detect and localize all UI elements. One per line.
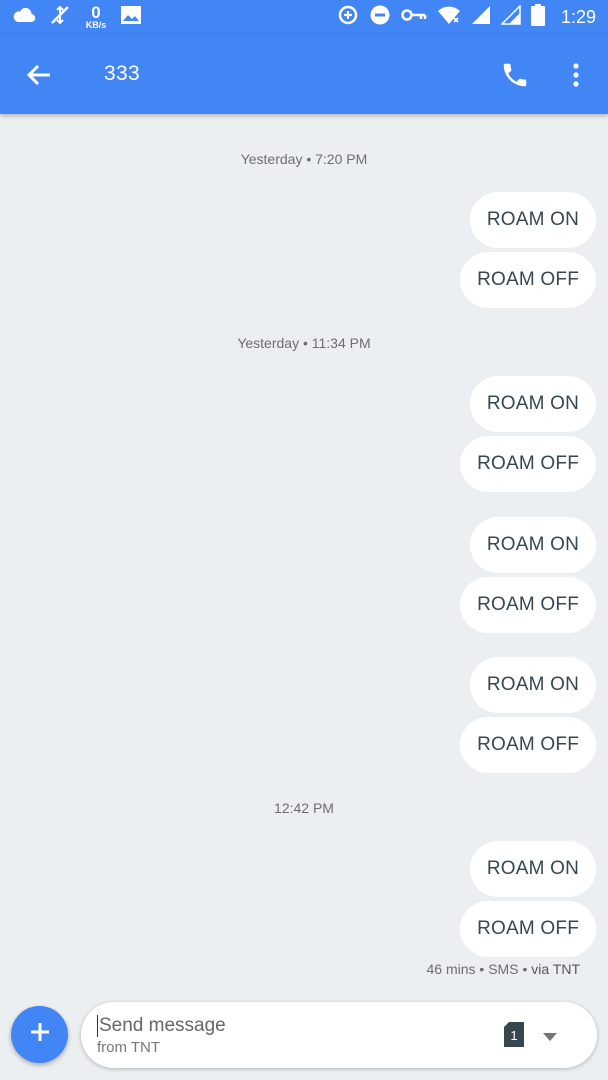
sim-selector[interactable]: 1 — [504, 1022, 524, 1047]
compose-carrier-hint: from TNT — [97, 1039, 161, 1056]
plus-icon — [29, 1021, 51, 1048]
message-list[interactable]: Yesterday • 7:20 PM ROAM ON ROAM OFF Yes… — [0, 114, 608, 994]
message-carrier: via TNT — [531, 961, 580, 977]
sim-card-icon: 1 — [504, 1022, 524, 1047]
timestamp-divider: Yesterday • 7:20 PM — [240, 151, 368, 167]
message-bubble[interactable]: ROAM OFF — [460, 577, 596, 633]
app-bar: 333 — [0, 34, 608, 114]
compose-bar[interactable]: Send message from TNT 1 — [81, 1002, 597, 1068]
conversation-title: 333 — [104, 62, 140, 85]
meta-separator: • — [518, 961, 532, 977]
data-rate-value: 0 — [91, 3, 101, 22]
signal-icon — [500, 3, 521, 30]
cloud-icon — [12, 6, 36, 29]
no-sync-icon — [48, 3, 72, 32]
message-bubble[interactable]: ROAM OFF — [460, 717, 596, 773]
caret-down-icon[interactable] — [542, 1029, 558, 1041]
signal-icon — [471, 5, 491, 30]
clock: 1:29 — [560, 6, 596, 27]
data-rate-unit: KB/s — [85, 20, 107, 30]
sim-slot-number: 1 — [510, 1028, 517, 1043]
message-bubble[interactable]: ROAM OFF — [460, 436, 596, 492]
more-vert-icon[interactable] — [564, 60, 588, 90]
message-age: 46 mins — [426, 961, 476, 977]
message-type: SMS — [488, 961, 519, 977]
battery-icon — [530, 3, 545, 31]
add-attachment-button[interactable] — [11, 1006, 68, 1063]
message-input[interactable]: Send message — [97, 1015, 226, 1037]
message-bubble[interactable]: ROAM ON — [469, 841, 596, 897]
do-not-disturb-icon — [369, 4, 391, 31]
image-icon — [120, 5, 142, 30]
message-status: 46 mins • SMS • via TNT — [427, 961, 581, 977]
wifi-icon — [437, 5, 461, 30]
message-bubble[interactable]: ROAM OFF — [460, 252, 596, 308]
arrow-back-icon[interactable] — [24, 60, 54, 90]
message-bubble[interactable]: ROAM OFF — [460, 901, 596, 957]
vpn-key-icon — [401, 7, 427, 28]
timestamp-divider: 12:42 PM — [274, 800, 334, 816]
timestamp-divider: Yesterday • 11:34 PM — [237, 335, 371, 351]
message-bubble[interactable]: ROAM ON — [469, 517, 596, 573]
message-bubble[interactable]: ROAM ON — [469, 376, 596, 432]
message-bubble[interactable]: ROAM ON — [469, 192, 596, 248]
message-bubble[interactable]: ROAM ON — [469, 657, 596, 713]
meta-separator: • — [475, 961, 489, 977]
data-rate-indicator: 0 KB/s — [84, 4, 108, 30]
phone-icon[interactable] — [500, 60, 530, 90]
status-bar: 0 KB/s 1:29 — [0, 0, 608, 34]
data-saver-icon — [337, 4, 359, 31]
